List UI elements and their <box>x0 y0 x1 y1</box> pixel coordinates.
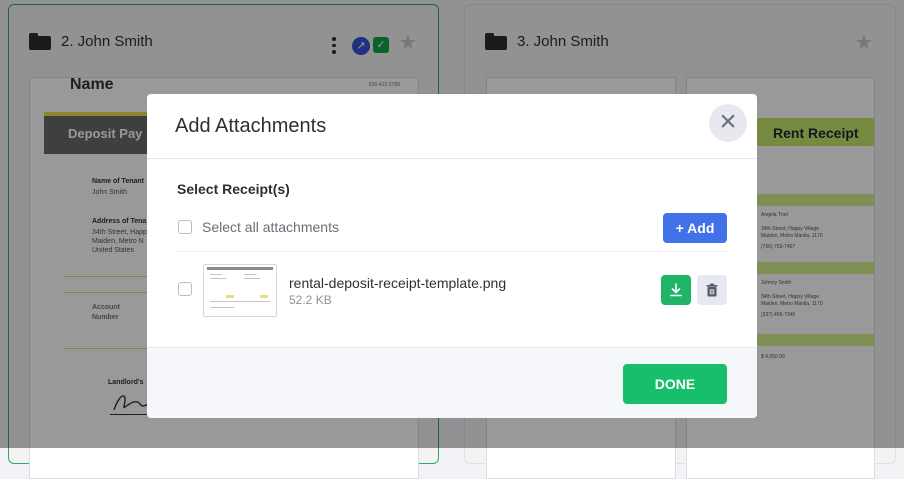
download-icon <box>670 283 682 297</box>
close-button[interactable]: × <box>709 104 747 142</box>
delete-button[interactable] <box>697 275 727 305</box>
attachment-thumbnail <box>203 264 277 317</box>
done-button[interactable]: DONE <box>623 364 727 404</box>
trash-icon <box>706 283 718 297</box>
add-attachments-modal: Add Attachments × Select Receipt(s) Sele… <box>147 94 757 418</box>
header-divider <box>147 158 757 159</box>
modal-title: Add Attachments <box>175 115 327 137</box>
attachment-checkbox[interactable] <box>178 282 192 296</box>
attachment-file-name: rental-deposit-receipt-template.png <box>289 275 507 291</box>
row-divider <box>175 251 729 252</box>
download-button[interactable] <box>661 275 691 305</box>
attachment-file-size: 52.2 KB <box>289 293 332 307</box>
close-icon: × <box>719 105 737 138</box>
select-all-checkbox[interactable] <box>178 220 192 234</box>
add-button[interactable]: + Add <box>663 213 727 243</box>
modal-footer: DONE <box>147 347 757 418</box>
section-title: Select Receipt(s) <box>177 181 290 197</box>
select-all-label[interactable]: Select all attachments <box>202 219 339 235</box>
